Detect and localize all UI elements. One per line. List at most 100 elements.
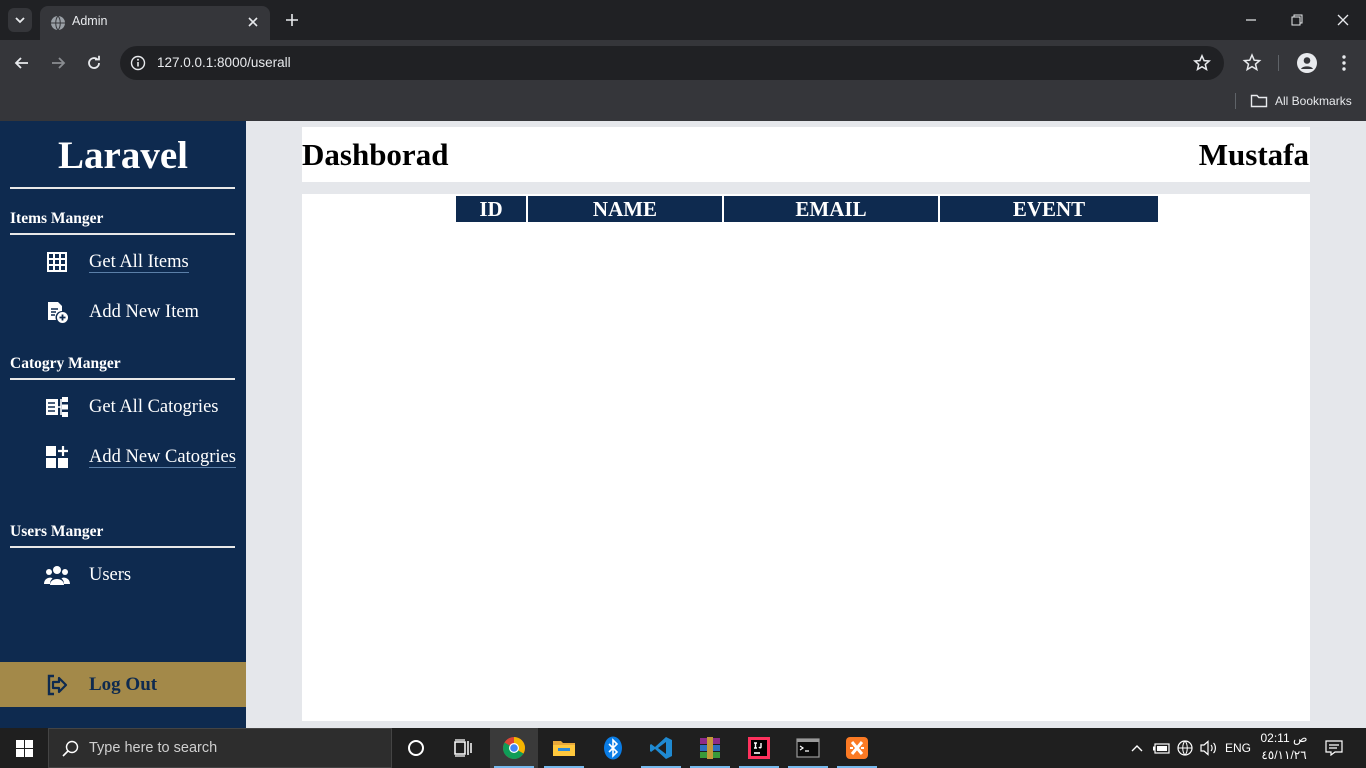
minimize-icon (1246, 19, 1256, 21)
taskbar-app-file-explorer[interactable] (540, 728, 588, 768)
logout-button[interactable]: Log Out (0, 662, 246, 707)
sidebar-item-add-new-catogries[interactable]: Add New Catogries (44, 443, 236, 471)
taskbar-app-vscode[interactable] (637, 728, 685, 768)
notifications-button[interactable] (1320, 728, 1348, 768)
intellij-icon (748, 737, 770, 759)
restore-button[interactable] (1285, 8, 1309, 32)
sidebar-item-label: Add New Item (89, 301, 199, 322)
window-close-button[interactable] (1331, 8, 1355, 32)
search-placeholder: Type here to search (89, 740, 218, 756)
cortana-button[interactable] (392, 728, 440, 768)
reading-list-button[interactable] (1240, 51, 1264, 75)
new-tab-button[interactable] (282, 10, 302, 30)
column-header-name: NAME (528, 196, 722, 222)
sidebar-item-label: Get All Catogries (89, 396, 219, 417)
bookmarks-bar: All Bookmarks (0, 86, 1366, 121)
all-bookmarks-button[interactable]: All Bookmarks (1250, 91, 1352, 111)
minimize-button[interactable] (1239, 8, 1263, 32)
sidebar-item-users[interactable]: Users (44, 561, 131, 589)
taskbar-search-input[interactable]: Type here to search (48, 728, 392, 768)
tab-search-button[interactable] (8, 8, 32, 32)
search-icon (62, 740, 79, 757)
arrow-right-icon (52, 57, 66, 69)
chrome-icon (503, 737, 525, 759)
add-grid-icon (44, 444, 70, 470)
clock-time: 02:11 ص (1260, 731, 1308, 745)
browser-tab[interactable]: Admin (40, 6, 270, 40)
site-info-button[interactable] (128, 53, 148, 73)
taskbar-app-winrar[interactable] (686, 728, 734, 768)
brand-logo-text: Laravel (58, 134, 188, 177)
divider (10, 378, 235, 380)
reload-button[interactable] (82, 51, 106, 75)
battery-icon (1153, 743, 1170, 754)
xampp-icon (846, 737, 868, 759)
sidebar: Laravel Items Manger Get All Items Add N… (0, 121, 246, 728)
arrow-left-icon (14, 57, 28, 69)
main-content: ID NAME EMAIL EVENT (302, 194, 1310, 721)
forward-button[interactable] (46, 51, 70, 75)
page-title: Dashborad (302, 137, 449, 172)
sidebar-item-get-all-catogries[interactable]: Get All Catogries (44, 393, 218, 421)
reload-icon (88, 55, 100, 69)
section-title-items: Items Manger (10, 210, 104, 227)
browser-toolbar: 127.0.0.1:8000/userall (0, 40, 1366, 86)
users-table: ID NAME EMAIL EVENT (454, 196, 1160, 222)
section-title-categories: Catogry Manger (10, 355, 121, 372)
star-list-icon (1242, 53, 1262, 72)
profile-button[interactable] (1295, 51, 1319, 75)
taskbar-app-chrome[interactable] (490, 728, 538, 768)
taskbar-app-bluetooth[interactable] (589, 728, 637, 768)
info-icon (130, 55, 146, 71)
sidebar-item-add-new-item[interactable]: Add New Item (44, 298, 199, 326)
task-view-button[interactable] (440, 728, 488, 768)
divider (10, 187, 235, 189)
user-name: Mustafa (1198, 137, 1309, 172)
bookmarks-divider (1235, 93, 1236, 109)
battery-button[interactable] (1150, 728, 1172, 768)
sidebar-item-label: Get All Items (89, 251, 189, 273)
category-tree-icon (44, 394, 70, 420)
volume-button[interactable] (1198, 728, 1220, 768)
clock-date: ٤٥/١١/٢٦ (1261, 748, 1307, 762)
bluetooth-icon (604, 736, 622, 760)
users-icon (44, 562, 70, 588)
taskbar-app-terminal[interactable] (784, 728, 832, 768)
add-file-icon (44, 299, 70, 325)
plus-icon (286, 14, 298, 26)
divider (10, 233, 235, 235)
toolbar-divider (1278, 55, 1279, 71)
address-bar[interactable]: 127.0.0.1:8000/userall (120, 46, 1224, 80)
logout-icon (44, 672, 70, 698)
back-button[interactable] (10, 51, 34, 75)
windows-icon (15, 739, 33, 757)
sidebar-item-label: Users (89, 564, 132, 585)
tab-close-button[interactable] (244, 13, 262, 31)
bookmark-star-button[interactable] (1192, 53, 1212, 73)
page-header: Dashborad Mustafa (302, 127, 1310, 182)
globe-icon (1177, 740, 1193, 756)
logout-label: Log Out (89, 673, 158, 695)
winrar-icon (700, 737, 720, 759)
network-button[interactable] (1174, 728, 1196, 768)
browser-menu-button[interactable] (1332, 51, 1356, 75)
start-button[interactable] (0, 728, 48, 768)
close-icon (248, 17, 258, 27)
clock[interactable]: 02:11 ص ٤٥/١١/٢٦ (1258, 730, 1310, 764)
tray-overflow-button[interactable] (1127, 728, 1147, 768)
globe-icon (51, 15, 65, 31)
sidebar-item-get-all-items[interactable]: Get All Items (44, 248, 189, 276)
table-header-row: ID NAME EMAIL EVENT (456, 196, 1158, 222)
more-vertical-icon (1342, 55, 1346, 71)
browser-tab-strip: Admin (0, 0, 1366, 40)
language-indicator[interactable]: ENG (1222, 728, 1254, 768)
grid-icon (44, 249, 70, 275)
taskbar-app-xampp[interactable] (833, 728, 881, 768)
column-header-id: ID (456, 196, 526, 222)
task-view-icon (454, 739, 472, 757)
notification-icon (1325, 740, 1343, 756)
tab-title: Admin (72, 14, 108, 28)
restore-icon (1291, 14, 1303, 26)
taskbar-app-intellij[interactable] (735, 728, 783, 768)
chevron-up-icon (1131, 745, 1143, 752)
